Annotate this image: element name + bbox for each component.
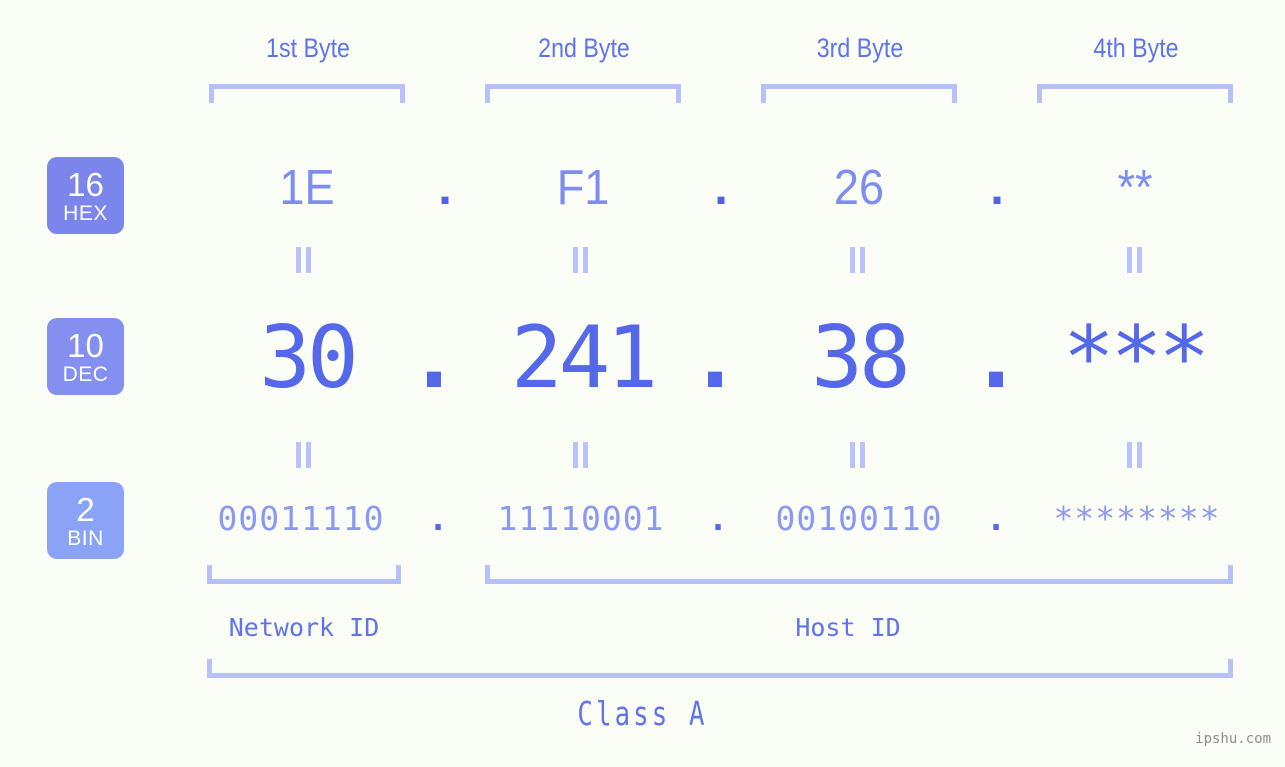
network-id-label: Network ID	[228, 613, 380, 642]
byte-header-1: 1st Byte	[266, 33, 350, 63]
base-badge-bin: 2 BIN	[47, 482, 124, 559]
base-badge-hex-number: 16	[67, 165, 104, 203]
equivalence-icon-dec-bin-2	[570, 442, 592, 468]
dec-byte-4: ***	[1062, 308, 1210, 408]
base-badge-hex-base: HEX	[63, 201, 108, 225]
hex-separator-2: .	[714, 161, 728, 215]
site-watermark: ipshu.com	[1195, 731, 1271, 747]
equivalence-icon-dec-bin-1	[293, 442, 315, 468]
dec-byte-2: 241	[510, 308, 658, 408]
bin-separator-3: .	[986, 499, 1006, 538]
host-id-bracket-icon	[485, 565, 1233, 584]
hex-byte-2: F1	[556, 161, 610, 215]
equivalence-icon-hex-dec-4	[1124, 247, 1146, 273]
base-badge-dec: 10 DEC	[47, 318, 124, 395]
hex-byte-4: **	[1117, 161, 1153, 215]
hex-byte-3: 26	[833, 161, 885, 215]
equivalence-icon-dec-bin-3	[847, 442, 869, 468]
bin-byte-2: 11110001	[497, 499, 665, 538]
bin-byte-3: 00100110	[775, 499, 943, 538]
base-badge-hex: 16 HEX	[47, 157, 124, 234]
byte-header-4: 4th Byte	[1093, 33, 1179, 63]
base-badge-dec-base: DEC	[62, 362, 109, 386]
bin-separator-1: .	[428, 499, 448, 538]
bin-separator-2: .	[708, 499, 728, 538]
host-id-label: Host ID	[795, 613, 901, 642]
class-label: Class A	[577, 694, 708, 733]
class-bracket-icon	[207, 659, 1233, 678]
byte-bracket-3-icon	[761, 84, 957, 103]
ip-address-breakdown-diagram: 1st Byte 2nd Byte 3rd Byte 4th Byte 16 H…	[0, 0, 1285, 767]
byte-header-2: 2nd Byte	[538, 33, 630, 63]
byte-header-3: 3rd Byte	[816, 33, 904, 63]
equivalence-icon-hex-dec-2	[570, 247, 592, 273]
bin-byte-1: 00011110	[217, 499, 385, 538]
hex-separator-3: .	[990, 161, 1004, 215]
base-badge-dec-number: 10	[67, 326, 104, 364]
dec-byte-3: 38	[811, 308, 911, 408]
hex-byte-1: 1E	[279, 161, 335, 215]
dec-separator-2: .	[689, 308, 741, 408]
base-badge-bin-number: 2	[76, 490, 95, 528]
equivalence-icon-hex-dec-1	[293, 247, 315, 273]
hex-separator-1: .	[438, 161, 452, 215]
dec-separator-3: .	[970, 308, 1022, 408]
base-badge-bin-base: BIN	[67, 526, 104, 550]
equivalence-icon-hex-dec-3	[847, 247, 869, 273]
dec-byte-1: 30	[259, 308, 359, 408]
byte-bracket-1-icon	[209, 84, 405, 103]
equivalence-icon-dec-bin-4	[1124, 442, 1146, 468]
bin-byte-4: ********	[1053, 499, 1221, 538]
byte-bracket-4-icon	[1037, 84, 1233, 103]
dec-separator-1: .	[408, 308, 460, 408]
network-id-bracket-icon	[207, 565, 401, 584]
byte-bracket-2-icon	[485, 84, 681, 103]
